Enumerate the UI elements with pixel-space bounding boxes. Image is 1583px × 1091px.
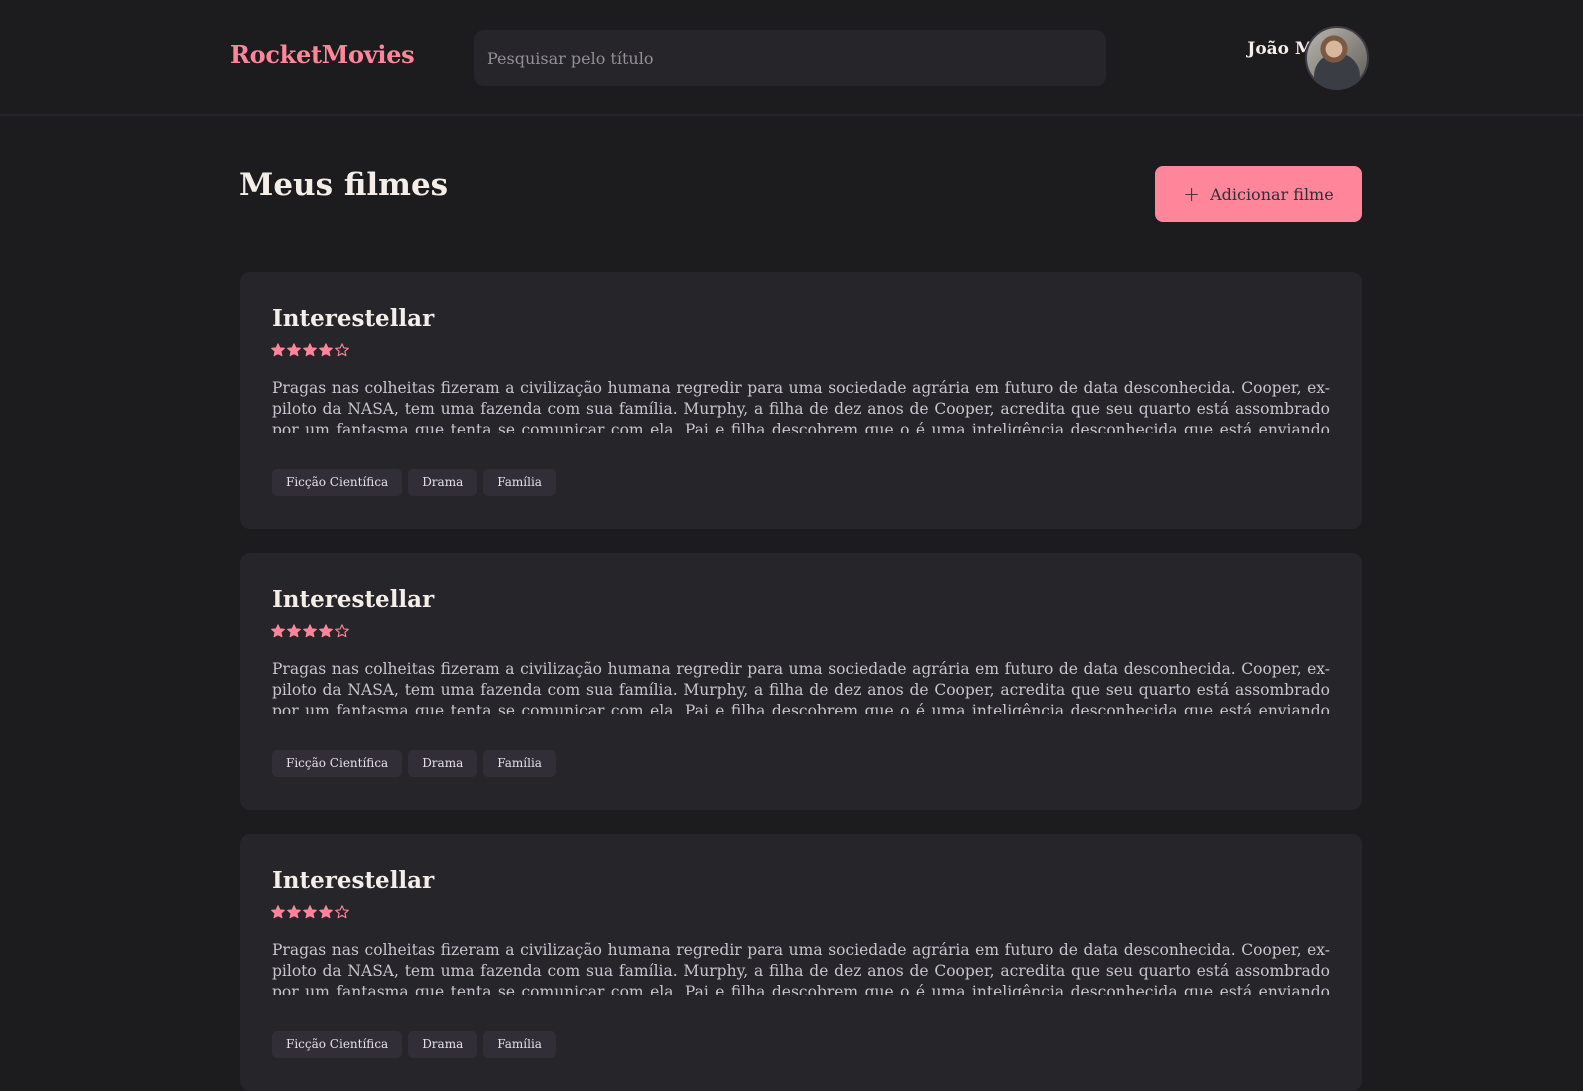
page-title: Meus filmes (239, 167, 449, 203)
movie-tags: Ficção Científica Drama Família (272, 750, 556, 777)
top-header: RocketMovies João Marcos Sair (0, 0, 1583, 116)
brand-logo[interactable]: RocketMovies (230, 40, 415, 69)
star-empty-icon (335, 905, 349, 919)
tag: Drama (408, 750, 478, 777)
search-input[interactable] (474, 30, 1106, 86)
star-empty-icon (335, 624, 349, 638)
movie-title: Interestellar (272, 586, 435, 613)
movie-card[interactable]: Interestellar Pragas nas colheitas fizer… (240, 272, 1362, 529)
tag: Família (483, 750, 556, 777)
star-filled-icon (319, 624, 333, 638)
movie-card[interactable]: Interestellar Pragas nas colheitas fizer… (240, 834, 1362, 1091)
movie-description: Pragas nas colheitas fizeram a civilizaç… (272, 660, 1330, 714)
tag: Drama (408, 1031, 478, 1058)
tag: Ficção Científica (272, 1031, 403, 1058)
star-filled-icon (319, 905, 333, 919)
star-filled-icon (303, 624, 317, 638)
movie-title: Interestellar (272, 867, 435, 894)
star-filled-icon (287, 343, 301, 357)
plus-icon: + (1183, 182, 1201, 206)
star-empty-icon (335, 343, 349, 357)
star-filled-icon (303, 905, 317, 919)
tag: Drama (408, 469, 478, 496)
star-filled-icon (303, 343, 317, 357)
star-filled-icon (287, 905, 301, 919)
star-filled-icon (271, 905, 285, 919)
star-filled-icon (287, 624, 301, 638)
rating-stars (271, 343, 349, 357)
movie-card[interactable]: Interestellar Pragas nas colheitas fizer… (240, 553, 1362, 810)
tag: Ficção Científica (272, 750, 403, 777)
rating-stars (271, 905, 349, 919)
add-movie-button-label: Adicionar filme (1210, 184, 1334, 204)
avatar[interactable] (1305, 26, 1369, 90)
add-movie-button[interactable]: + Adicionar filme (1155, 166, 1362, 222)
tag: Família (483, 1031, 556, 1058)
tag: Ficção Científica (272, 469, 403, 496)
tag: Família (483, 469, 556, 496)
star-filled-icon (319, 343, 333, 357)
movie-title: Interestellar (272, 305, 435, 332)
rating-stars (271, 624, 349, 638)
star-filled-icon (271, 343, 285, 357)
movie-tags: Ficção Científica Drama Família (272, 1031, 556, 1058)
movie-tags: Ficção Científica Drama Família (272, 469, 556, 496)
movie-description: Pragas nas colheitas fizeram a civilizaç… (272, 941, 1330, 995)
movie-description: Pragas nas colheitas fizeram a civilizaç… (272, 379, 1330, 433)
star-filled-icon (271, 624, 285, 638)
